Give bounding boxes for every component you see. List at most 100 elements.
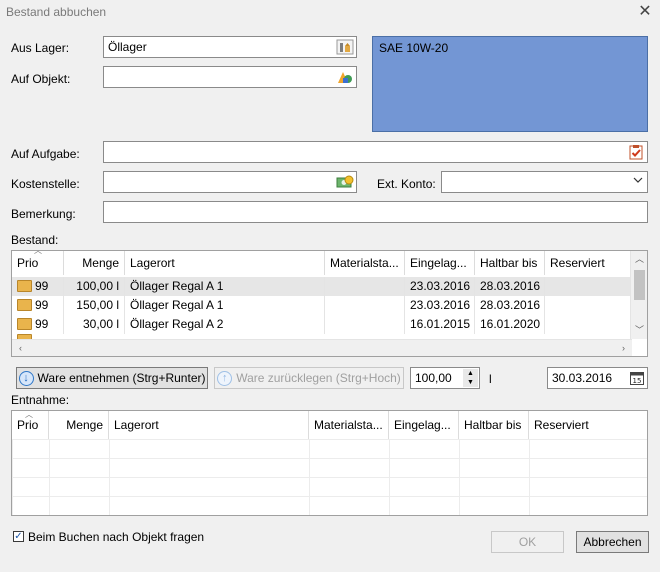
close-icon[interactable]: ✕	[638, 2, 652, 22]
sort-caret-icon: ︿	[25, 411, 33, 419]
ok-button[interactable]: OK	[491, 531, 564, 553]
chevron-down-icon[interactable]	[633, 175, 643, 190]
entnahme-label: Entnahme:	[11, 393, 70, 407]
material-name: SAE 10W-20	[379, 41, 449, 55]
table-row[interactable]: 99 30,00 l Öllager Regal A 2 16.01.2015 …	[12, 315, 632, 334]
reserviert-cell	[545, 315, 632, 334]
column-header-lagerort[interactable]: Lagerort	[109, 411, 309, 439]
task-icon[interactable]	[627, 144, 645, 160]
money-icon[interactable]	[336, 174, 354, 190]
folder-icon	[17, 317, 32, 330]
eingelagert-cell: 23.03.2016	[405, 296, 475, 315]
entnahme-table[interactable]: ︿ Prio Menge Lagerort Materialsta... Eing…	[11, 410, 648, 516]
column-header-reserviert[interactable]: Reserviert	[529, 411, 647, 439]
materialstatus-cell	[325, 296, 405, 315]
reserviert-cell	[545, 277, 632, 296]
scroll-down-icon[interactable]: ﹀	[631, 322, 647, 339]
stepper-down-icon[interactable]: ▼	[463, 378, 478, 387]
ware-entnehmen-label: Ware entnehmen (Strg+Runter)	[37, 371, 206, 385]
unit-label: l	[489, 372, 492, 386]
quantity-stepper[interactable]: 100,00 ▲ ▼	[410, 367, 480, 389]
auf-objekt-label: Auf Objekt:	[11, 72, 71, 86]
column-header-prio[interactable]: ︿Prio	[12, 251, 64, 275]
calendar-icon[interactable]: 15	[629, 370, 645, 386]
folder-icon	[17, 279, 32, 292]
date-value: 30.03.2016	[552, 371, 613, 385]
aus-lager-value: Öllager	[108, 40, 147, 54]
haltbar-cell: 16.01.2020	[475, 315, 545, 334]
bestand-horizontal-scrollbar[interactable]: ‹ ›	[12, 339, 632, 356]
bestand-table[interactable]: ︿Prio Menge Lagerort Materialsta... Eing…	[11, 250, 648, 357]
material-info-panel: SAE 10W-20	[372, 36, 648, 132]
scroll-thumb[interactable]	[634, 270, 645, 300]
column-header-menge[interactable]: Menge	[49, 411, 109, 439]
column-header-lagerort[interactable]: Lagerort	[125, 251, 325, 275]
grid-divider	[389, 439, 390, 515]
aus-lager-label: Aus Lager:	[11, 41, 70, 55]
ask-object-label: Beim Buchen nach Objekt fragen	[28, 530, 205, 544]
column-header-haltbar[interactable]: Haltbar bis	[475, 251, 545, 275]
lagerort-cell: Öllager Regal A 1	[125, 296, 325, 315]
folder-icon	[17, 298, 32, 311]
menge-cell: 30,00 l	[64, 315, 125, 334]
menge-cell: 150,00 l	[64, 296, 125, 315]
eingelagert-cell: 23.03.2016	[405, 277, 475, 296]
auf-aufgabe-label: Auf Aufgabe:	[11, 147, 80, 161]
ware-entnehmen-button[interactable]: ↓ Ware entnehmen (Strg+Runter)	[16, 367, 208, 389]
ware-zuruecklegen-button[interactable]: ↑ Ware zurücklegen (Strg+Hoch)	[214, 367, 404, 389]
haltbar-cell: 28.03.2016	[475, 277, 545, 296]
ext-konto-select[interactable]	[441, 171, 648, 193]
lagerort-cell: Öllager Regal A 2	[125, 315, 325, 334]
column-header-materialstatus[interactable]: Materialsta...	[309, 411, 389, 439]
eingelagert-cell: 16.01.2015	[405, 315, 475, 334]
date-picker[interactable]: 30.03.2016 15	[547, 367, 648, 389]
bemerkung-field[interactable]	[103, 201, 648, 223]
grid-divider	[309, 439, 310, 515]
scroll-left-icon[interactable]: ‹	[12, 340, 29, 356]
auf-aufgabe-field[interactable]	[103, 141, 648, 163]
lagerort-cell: Öllager Regal A 1	[125, 277, 325, 296]
grid-divider	[459, 439, 460, 515]
column-header-materialstatus[interactable]: Materialsta...	[325, 251, 405, 275]
haltbar-cell: 28.03.2016	[475, 296, 545, 315]
materialstatus-cell	[325, 315, 405, 334]
cancel-button[interactable]: Abbrechen	[576, 531, 649, 553]
auf-objekt-field[interactable]	[103, 66, 357, 88]
warehouse-icon[interactable]	[336, 39, 354, 55]
window-title: Bestand abbuchen	[6, 5, 107, 19]
table-row[interactable]: 99 100,00 l Öllager Regal A 1 23.03.2016…	[12, 277, 632, 296]
ware-zuruecklegen-label: Ware zurücklegen (Strg+Hoch)	[236, 371, 401, 385]
ask-object-checkbox[interactable]: ✓	[13, 531, 24, 542]
column-header-prio[interactable]: ︿Prio	[12, 411, 49, 439]
grid-divider	[109, 439, 110, 515]
reserviert-cell	[545, 296, 632, 315]
grid-divider	[529, 439, 530, 515]
column-header-eingelagert[interactable]: Eingelag...	[389, 411, 459, 439]
column-header-eingelagert[interactable]: Eingelag...	[405, 251, 475, 275]
table-row[interactable]: 99 150,00 l Öllager Regal A 1 23.03.2016…	[12, 296, 632, 315]
column-header-menge[interactable]: Menge	[64, 251, 125, 275]
kostenstelle-label: Kostenstelle:	[11, 177, 80, 191]
entnahme-empty-rows	[12, 439, 647, 515]
kostenstelle-field[interactable]	[103, 171, 357, 193]
aus-lager-field[interactable]: Öllager	[103, 36, 357, 58]
checkmark-icon: ✓	[14, 531, 23, 542]
svg-text:15: 15	[633, 377, 642, 385]
menge-cell: 100,00 l	[64, 277, 125, 296]
column-header-haltbar[interactable]: Haltbar bis	[459, 411, 529, 439]
prio-cell: 99	[12, 315, 64, 334]
shapes-icon[interactable]	[336, 69, 354, 85]
bemerkung-label: Bemerkung:	[11, 207, 76, 221]
arrow-up-icon: ↑	[217, 371, 233, 387]
scroll-up-icon[interactable]: ︿	[631, 251, 647, 268]
arrow-down-icon: ↓	[18, 371, 34, 387]
bestand-vertical-scrollbar[interactable]: ︿ ﹀	[630, 251, 647, 339]
scroll-right-icon[interactable]: ›	[615, 340, 632, 356]
prio-cell: 99	[12, 296, 64, 315]
ext-konto-label: Ext. Konto:	[377, 177, 436, 191]
grid-divider	[49, 439, 50, 515]
materialstatus-cell	[325, 277, 405, 296]
stepper-up-icon[interactable]: ▲	[463, 369, 478, 378]
prio-cell: 99	[12, 277, 64, 296]
column-header-reserviert[interactable]: Reserviert	[545, 251, 632, 275]
